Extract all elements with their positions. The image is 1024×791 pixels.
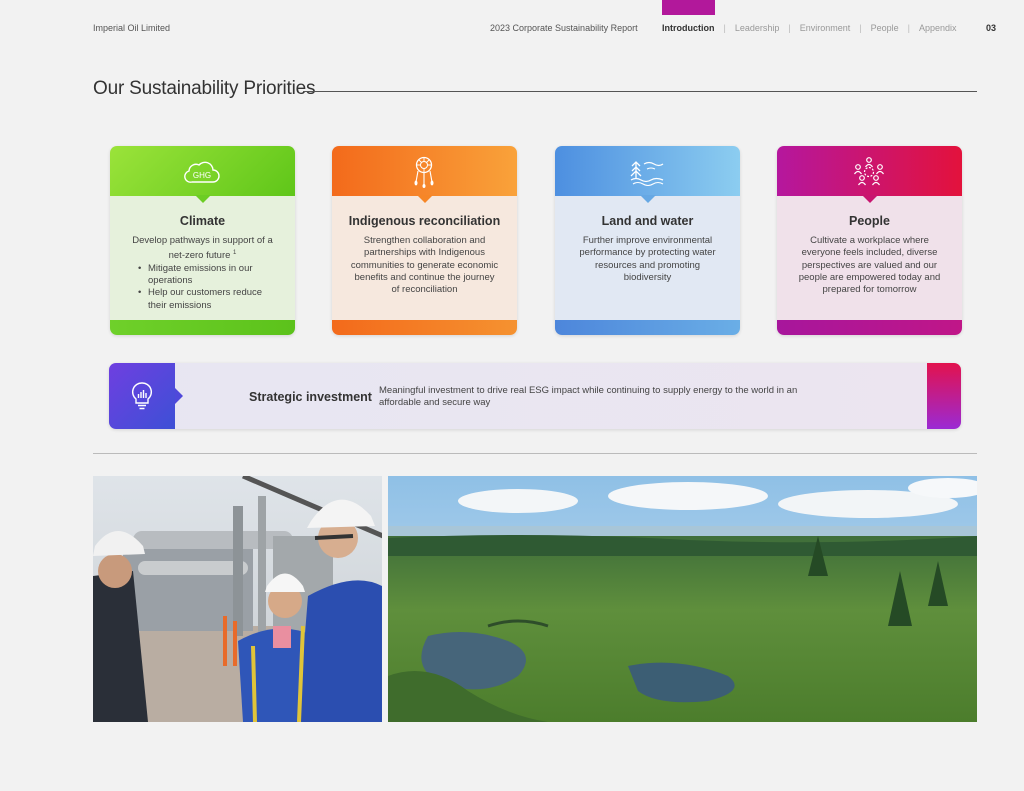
card-title-climate: Climate [179, 214, 226, 228]
climate-desc-text: Develop pathways in support of a net-zer… [132, 235, 273, 262]
title-divider [303, 91, 977, 92]
page-header: Imperial Oil Limited 2023 Corporate Sust… [93, 0, 996, 40]
nav-separator: | [907, 23, 910, 33]
nav-environment[interactable]: Environment [800, 0, 851, 40]
card-footer-band [332, 320, 517, 335]
card-notch [640, 195, 656, 203]
company-name: Imperial Oil Limited [93, 23, 171, 33]
lightbulb-chart-icon [130, 381, 154, 411]
card-title-people: People [849, 214, 890, 228]
priority-card-indigenous: Indigenous reconciliation Strengthen col… [332, 146, 517, 335]
climate-bullets: Mitigate emissions in our operations Hel… [128, 263, 277, 312]
page-title: Our Sustainability Priorities [93, 78, 316, 99]
banner-notch [175, 388, 183, 404]
banner-right-band [927, 363, 961, 429]
card-desc-people: Cultivate a workplace where everyone fee… [798, 235, 941, 296]
list-item: Mitigate emissions in our operations [138, 263, 277, 288]
card-footer-band [777, 320, 962, 335]
people-network-icon [849, 157, 889, 187]
card-notch [862, 195, 878, 203]
strategic-desc: Meaningful investment to drive real ESG … [379, 385, 798, 409]
card-notch [417, 195, 433, 203]
nav-appendix[interactable]: Appendix [919, 0, 957, 40]
card-desc-land-water: Further improve environmental performanc… [579, 235, 716, 283]
report-title: 2023 Corporate Sustainability Report [490, 23, 638, 33]
strategic-investment-banner: Strategic investment Meaningful investme… [109, 363, 961, 429]
nav-people[interactable]: People [871, 0, 899, 40]
priority-card-climate: GHG Climate Develop pathways in support … [110, 146, 295, 335]
dreamcatcher-icon [404, 156, 444, 188]
section-nav: Introduction | Leadership | Environment … [662, 0, 957, 40]
card-footer-band [555, 320, 740, 335]
priority-card-people: People Cultivate a workplace where every… [777, 146, 962, 335]
card-desc-indigenous: Strengthen collaboration and partnership… [350, 235, 499, 296]
footnote-marker: 1 [233, 250, 237, 257]
tree-water-icon [627, 157, 667, 187]
section-divider [93, 453, 977, 454]
photo-boreal-forest-landscape [388, 476, 977, 722]
ghg-cloud-icon: GHG [182, 157, 222, 187]
nav-separator: | [788, 23, 791, 33]
card-desc-climate: Develop pathways in support of a net-zer… [128, 235, 277, 312]
ghg-label: GHG [193, 171, 211, 180]
card-notch [195, 195, 211, 203]
nav-introduction[interactable]: Introduction [662, 0, 715, 40]
nav-separator: | [859, 23, 862, 33]
nav-separator: | [723, 23, 726, 33]
card-title-land-water: Land and water [601, 214, 694, 228]
list-item: Help our customers reduce their emission… [138, 287, 277, 312]
priority-card-land-water: Land and water Further improve environme… [555, 146, 740, 335]
card-footer-band [110, 320, 295, 335]
card-title-indigenous: Indigenous reconciliation [348, 214, 501, 228]
nav-leadership[interactable]: Leadership [735, 0, 780, 40]
photo-workers-at-facility [93, 476, 382, 722]
strategic-title: Strategic investment [249, 390, 372, 404]
page-number: 03 [985, 23, 996, 33]
